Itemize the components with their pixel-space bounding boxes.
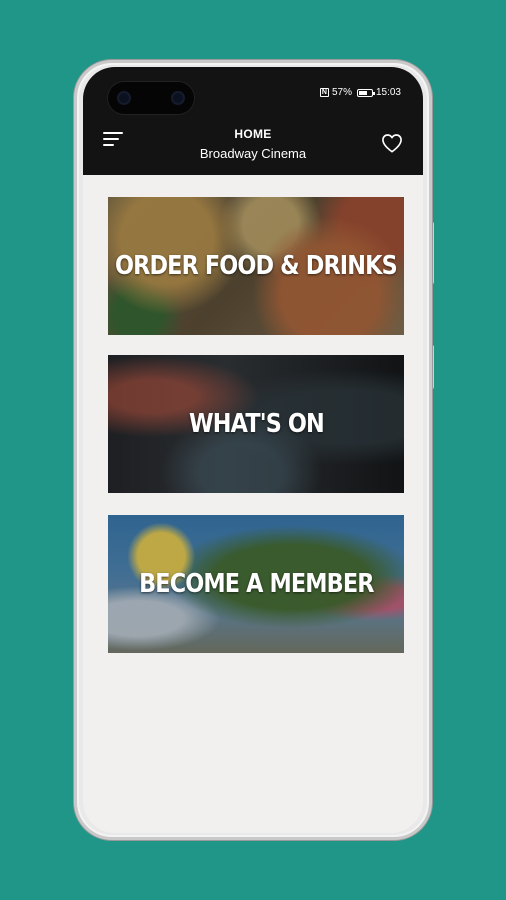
battery-icon bbox=[356, 88, 375, 97]
status-time: 15:03 bbox=[375, 87, 401, 98]
app-header: N 57% 15:03 HOME Broadway Cinema bbox=[83, 67, 423, 175]
camera-lens bbox=[119, 93, 129, 103]
tile-label: WHAT'S ON bbox=[188, 409, 325, 439]
front-camera bbox=[107, 81, 195, 115]
order-food-drinks-tile[interactable]: ORDER FOOD & DRINKS bbox=[108, 197, 404, 335]
battery-percent: 57% bbox=[331, 87, 352, 98]
page-title: HOME bbox=[234, 127, 272, 141]
app-screen: N 57% 15:03 HOME Broadway Cinema ORDER F… bbox=[83, 67, 423, 833]
status-bar: N 57% 15:03 bbox=[319, 87, 401, 98]
tile-label: BECOME A MEMBER bbox=[138, 569, 374, 599]
cinema-name: Broadway Cinema bbox=[199, 146, 307, 161]
heart-icon[interactable] bbox=[381, 133, 403, 153]
nfc-icon: N bbox=[319, 88, 329, 97]
tile-label: ORDER FOOD & DRINKS bbox=[115, 251, 398, 281]
become-member-tile[interactable]: BECOME A MEMBER bbox=[108, 515, 404, 653]
camera-lens bbox=[173, 93, 183, 103]
phone-frame: N 57% 15:03 HOME Broadway Cinema ORDER F… bbox=[74, 60, 432, 840]
whats-on-tile[interactable]: WHAT'S ON bbox=[108, 355, 404, 493]
